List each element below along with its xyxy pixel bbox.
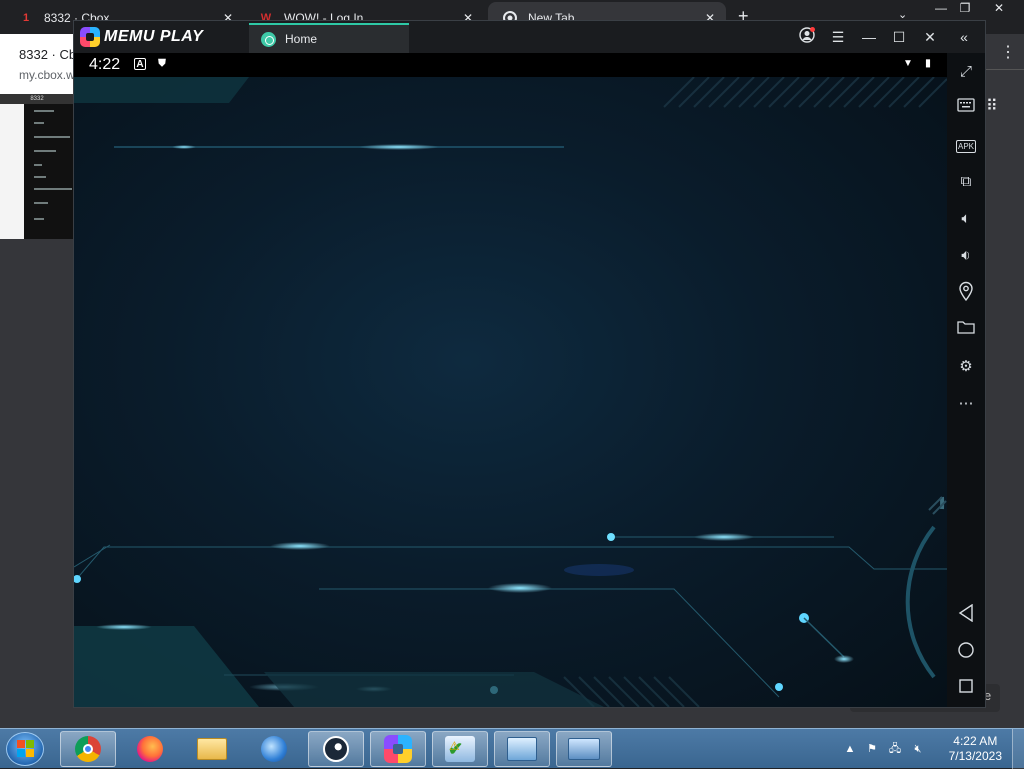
- chat-line: [34, 136, 70, 138]
- apps-grid-icon[interactable]: ⠿: [986, 96, 998, 116]
- minimize-icon[interactable]: —: [928, 0, 954, 18]
- chat-line: [34, 164, 42, 166]
- memu-titlebar: MEMU PLAY Home ☰ — ☐ ✕ «: [74, 21, 985, 53]
- windows-taskbar: ✔ ⚠ ▲ ⚑ 🖧︎ 🔇︎ 4:22 AM 7/13/2023: [0, 728, 1024, 769]
- notification-dot: [810, 27, 815, 32]
- menu-icon[interactable]: ☰: [828, 27, 848, 47]
- memu-app-icon: [384, 735, 412, 763]
- clock-time: 4:22 AM: [953, 734, 998, 748]
- folder-icon[interactable]: [954, 318, 978, 342]
- taskbar-steam[interactable]: [308, 731, 364, 767]
- tab-home-label: Home: [285, 32, 318, 46]
- steam-icon: [323, 736, 349, 762]
- home-tab-icon: [261, 31, 276, 47]
- chat-line: [34, 122, 44, 124]
- volume-down-icon[interactable]: 🔉︎: [954, 244, 978, 268]
- chat-line: [34, 188, 72, 190]
- cbox-sidebar: [0, 104, 24, 239]
- chat-line: [34, 150, 56, 152]
- more-icon[interactable]: ⋯: [954, 392, 978, 416]
- minimize-icon[interactable]: —: [859, 27, 879, 47]
- settings-icon[interactable]: ⚙: [954, 355, 978, 379]
- cbox-favicon-icon: 1: [22, 12, 30, 24]
- control-panel-icon: [507, 737, 537, 761]
- memu-logo: MEMU PLAY: [80, 27, 203, 47]
- checklist-icon: ✔ ⚠: [445, 736, 475, 762]
- chat-line: [34, 176, 46, 178]
- show-hidden-icons-icon[interactable]: ▲: [843, 742, 857, 756]
- taskbar-control-panel[interactable]: [494, 731, 550, 767]
- restore-icon[interactable]: ❐: [952, 0, 978, 18]
- close-icon[interactable]: ✕: [920, 27, 940, 47]
- cbox-header: 8332: [0, 94, 74, 104]
- battery-icon: ▮: [925, 58, 931, 69]
- show-desktop-button[interactable]: [1012, 729, 1024, 769]
- wallpaper-graphics: [74, 77, 947, 707]
- taskbar-explorer[interactable]: [184, 731, 240, 767]
- android-clock: 4:22: [89, 56, 121, 73]
- apk-icon[interactable]: APK: [954, 133, 978, 157]
- memu-sidebar: ⤢ APK ⧉ 🔈︎ 🔉︎ ⚙ ⋯: [947, 53, 985, 707]
- taskbar-firefox[interactable]: [122, 731, 178, 767]
- system-clock[interactable]: 4:22 AM 7/13/2023: [949, 734, 1002, 764]
- location-icon[interactable]: [954, 281, 978, 305]
- chat-line: [34, 110, 54, 112]
- tab-home[interactable]: Home: [249, 23, 409, 53]
- start-button[interactable]: [6, 732, 44, 766]
- wifi-icon: ▼: [903, 58, 913, 69]
- taskbar-thunderbird[interactable]: [246, 731, 302, 767]
- taskbar-chrome[interactable]: [60, 731, 116, 767]
- close-window-icon[interactable]: ✕: [986, 0, 1012, 18]
- keyboard-icon[interactable]: [954, 96, 978, 120]
- folder-icon: [197, 738, 227, 760]
- volume-muted-icon[interactable]: 🔇︎: [911, 742, 925, 756]
- taskbar-onscreen-keyboard[interactable]: [556, 731, 612, 767]
- system-tray: ▲ ⚑ 🖧︎ 🔇︎ 4:22 AM 7/13/2023: [839, 729, 1024, 769]
- memu-logo-text: MEMU PLAY: [104, 28, 204, 45]
- keyboard-app-icon: [568, 738, 600, 760]
- page-title: 8332 · Cb: [19, 47, 77, 62]
- android-screen[interactable]: [74, 77, 947, 707]
- page-url: my.cbox.w: [19, 68, 75, 82]
- account-icon[interactable]: [797, 27, 817, 47]
- thunderbird-icon: [261, 736, 287, 762]
- taskbar-memu[interactable]: [370, 731, 426, 767]
- network-icon[interactable]: 🖧︎: [888, 742, 902, 756]
- windows-logo-icon: [17, 740, 34, 757]
- maximize-icon[interactable]: ☐: [889, 27, 909, 47]
- taskbar-task-app[interactable]: ✔ ⚠: [432, 731, 488, 767]
- chat-line: [34, 202, 48, 204]
- firefox-icon: [137, 736, 163, 762]
- apk-label: APK: [955, 140, 976, 153]
- a-notification-icon: A: [134, 58, 146, 70]
- memu-window: MEMU PLAY Home ☰ — ☐ ✕ « 4:22 A ⛊ ▼ ▮ ⤢ …: [73, 20, 986, 708]
- shield-icon: ⛊: [158, 58, 166, 69]
- chrome-menu-icon[interactable]: ⋮: [1000, 42, 1016, 62]
- android-statusbar: 4:22 A ⛊ ▼ ▮: [74, 53, 947, 77]
- clock-date: 7/13/2023: [948, 749, 1002, 763]
- memu-logo-icon: [80, 27, 100, 47]
- recents-icon[interactable]: [954, 678, 978, 702]
- back-icon[interactable]: [954, 603, 978, 628]
- home-icon[interactable]: [954, 641, 978, 665]
- fullscreen-icon[interactable]: ⤢: [954, 60, 978, 84]
- browser-menu-strip: ⋮: [986, 34, 1024, 70]
- chrome-icon: [75, 736, 101, 762]
- collapse-sidebar-icon[interactable]: «: [954, 27, 974, 47]
- chat-line: [34, 218, 44, 220]
- volume-up-icon[interactable]: 🔈︎: [954, 207, 978, 231]
- cbox-preview: 8332: [0, 94, 74, 239]
- action-center-flag-icon[interactable]: ⚑: [865, 742, 879, 756]
- multi-window-icon[interactable]: ⧉: [954, 170, 978, 194]
